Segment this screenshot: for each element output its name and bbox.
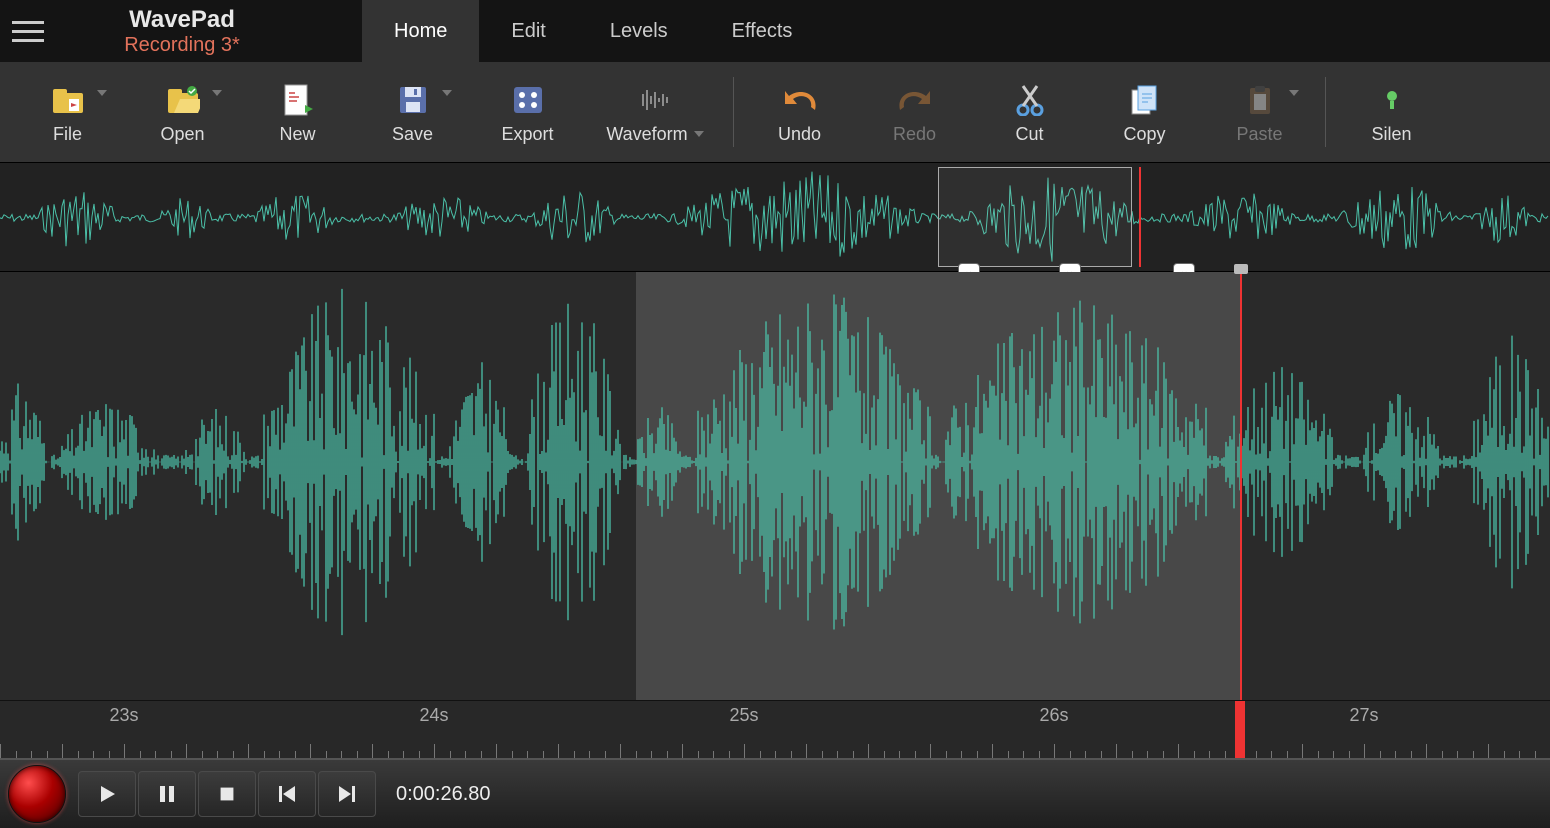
main-waveform[interactable] (0, 272, 1550, 700)
ruler-label: 25s (729, 705, 758, 726)
open-label: Open (160, 124, 204, 145)
skip-end-button[interactable] (318, 771, 376, 817)
save-label: Save (392, 124, 433, 145)
ruler-label: 27s (1349, 705, 1378, 726)
new-icon (283, 80, 313, 120)
waveform-label: Waveform (606, 124, 703, 145)
silence-button[interactable]: Silen (1334, 62, 1449, 162)
silence-label: Silen (1371, 124, 1411, 145)
waveform-button[interactable]: Waveform (585, 62, 725, 162)
export-button[interactable]: Export (470, 62, 585, 162)
redo-button[interactable]: Redo (857, 62, 972, 162)
open-button[interactable]: Open (125, 62, 240, 162)
ruler-cursor[interactable] (1235, 701, 1245, 758)
toolbar-separator (733, 77, 734, 147)
redo-icon (898, 80, 932, 120)
overview-waveform[interactable] (0, 162, 1550, 272)
undo-button[interactable]: Undo (742, 62, 857, 162)
export-label: Export (501, 124, 553, 145)
timecode-display: 0:00:26.80 (396, 783, 491, 806)
ruler-label: 26s (1039, 705, 1068, 726)
toolbar: File Open New Save Export Waveform Undo Redo Cut… (0, 62, 1550, 162)
silence-icon (1380, 80, 1404, 120)
file-label: File (53, 124, 82, 145)
pause-button[interactable] (138, 771, 196, 817)
overview-selection[interactable] (938, 167, 1132, 267)
app-title: WavePad (129, 6, 235, 34)
cut-button[interactable]: Cut (972, 62, 1087, 162)
copy-button[interactable]: Copy (1087, 62, 1202, 162)
stop-button[interactable] (198, 771, 256, 817)
cut-label: Cut (1015, 124, 1043, 145)
dropdown-indicator-icon (442, 90, 452, 96)
tab-levels[interactable]: Levels (578, 0, 700, 62)
new-label: New (279, 124, 315, 145)
document-title: Recording 3* (124, 34, 240, 57)
redo-label: Redo (893, 124, 936, 145)
copy-label: Copy (1123, 124, 1165, 145)
new-button[interactable]: New (240, 62, 355, 162)
time-ruler[interactable]: 23s 24s 25s 26s 27s (0, 700, 1550, 758)
file-button[interactable]: File (10, 62, 125, 162)
open-icon (166, 80, 200, 120)
undo-icon (783, 80, 817, 120)
tab-edit[interactable]: Edit (479, 0, 577, 62)
main-playhead[interactable] (1240, 272, 1242, 700)
dropdown-indicator-icon (1289, 90, 1299, 96)
ruler-label: 23s (109, 705, 138, 726)
export-icon (512, 80, 544, 120)
ruler-label: 24s (419, 705, 448, 726)
play-button[interactable] (78, 771, 136, 817)
tab-effects[interactable]: Effects (700, 0, 825, 62)
dropdown-indicator-icon (212, 90, 222, 96)
cut-icon (1015, 80, 1045, 120)
paste-label: Paste (1236, 124, 1282, 145)
paste-icon (1246, 80, 1274, 120)
record-button[interactable] (8, 765, 66, 823)
file-icon (51, 80, 85, 120)
tab-bar: HomeEditLevelsEffects (362, 0, 824, 62)
copy-icon (1130, 80, 1160, 120)
overview-playhead[interactable] (1139, 167, 1141, 267)
waveform-icon (635, 80, 675, 120)
dropdown-indicator-icon (97, 90, 107, 96)
paste-button[interactable]: Paste (1202, 62, 1317, 162)
title-block: WavePad Recording 3* (92, 6, 272, 57)
toolbar-separator (1325, 77, 1326, 147)
menu-button[interactable] (12, 11, 52, 51)
top-bar: WavePad Recording 3* HomeEditLevelsEffec… (0, 0, 1550, 62)
save-icon (398, 80, 428, 120)
undo-label: Undo (778, 124, 821, 145)
save-button[interactable]: Save (355, 62, 470, 162)
transport-bar: 0:00:26.80 (0, 758, 1550, 828)
skip-start-button[interactable] (258, 771, 316, 817)
tab-home[interactable]: Home (362, 0, 479, 62)
